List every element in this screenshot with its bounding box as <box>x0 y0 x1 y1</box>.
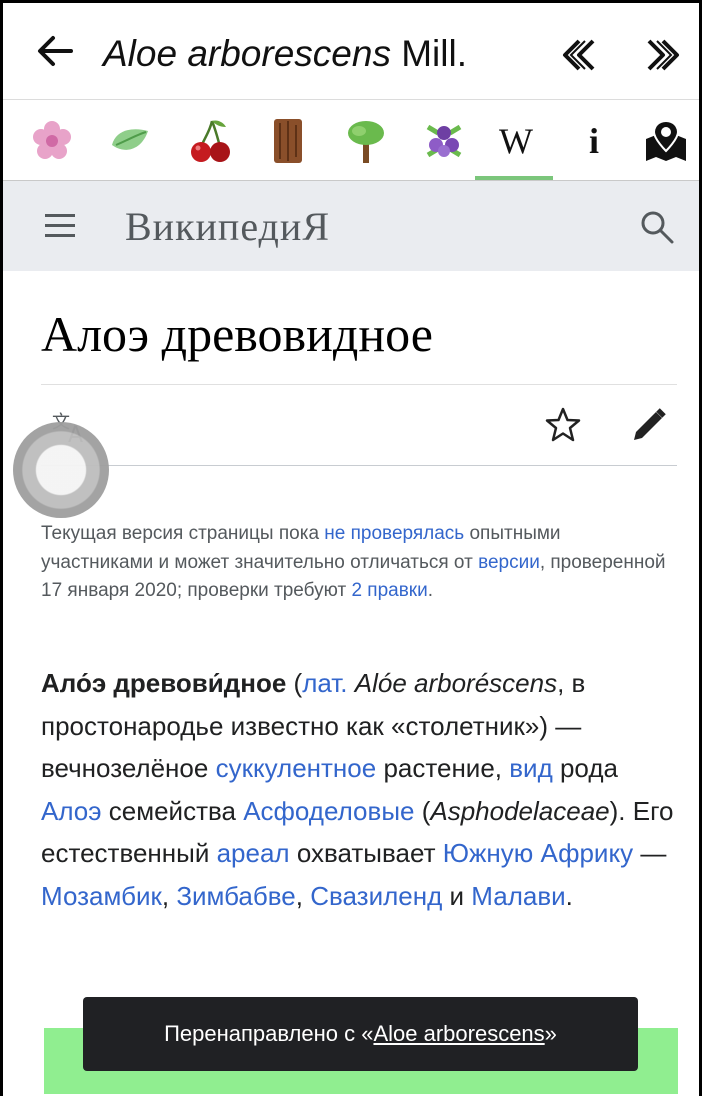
tab-tree[interactable] <box>339 114 393 168</box>
version-link[interactable]: версии <box>478 552 540 573</box>
info-icon: i <box>588 121 599 161</box>
double-chevron-left-icon[interactable] <box>559 37 601 73</box>
lead-paragraph: Ало́э древови́дное (лат. Alóe arboréscen… <box>41 662 681 917</box>
tab-map[interactable] <box>639 114 693 168</box>
double-chevron-right-icon[interactable] <box>641 37 683 73</box>
lead-text: , <box>161 880 177 911</box>
wikipedia-icon: W <box>499 121 533 161</box>
section-tab-strip: W i <box>3 100 699 182</box>
tab-bark[interactable] <box>261 114 315 168</box>
lead-text: , <box>295 880 311 911</box>
asphodelaceae-link[interactable]: Асфоделовые <box>243 796 414 826</box>
swaziland-link[interactable]: Свазиленд <box>310 881 442 911</box>
lead-text: и <box>442 880 472 911</box>
tree-icon <box>348 121 384 163</box>
lead-text: ( <box>414 795 431 826</box>
revision-notice: Текущая версия страницы пока не проверял… <box>41 520 677 606</box>
map-pin-icon <box>646 119 686 161</box>
star-icon[interactable] <box>544 406 582 444</box>
species-author: Mill. <box>401 33 467 74</box>
malawi-link[interactable]: Малави <box>471 881 565 911</box>
menu-icon[interactable] <box>45 214 75 238</box>
redirect-source-link[interactable]: Aloe arborescens <box>373 1021 544 1047</box>
toast-prefix: Перенаправлено с « <box>164 1021 374 1046</box>
search-icon[interactable] <box>639 209 675 245</box>
arrow-left-icon[interactable] <box>33 29 77 73</box>
bark-icon <box>274 119 302 163</box>
wikipedia-header: ВикипедиЯ <box>3 181 699 271</box>
zimbabwe-link[interactable]: Зимбабве <box>176 881 295 911</box>
flower-cluster-icon <box>426 124 462 158</box>
lead-text: рода <box>552 753 618 783</box>
aloe-genus-link[interactable]: Алоэ <box>41 796 102 826</box>
tab-info[interactable]: i <box>567 114 621 168</box>
title-divider <box>41 384 677 385</box>
mozambique-link[interactable]: Мозамбик <box>41 881 162 911</box>
leaf-icon <box>112 129 148 150</box>
south-africa-link[interactable]: Южную Африку <box>443 838 633 868</box>
succulent-link[interactable]: суккулентное <box>216 753 377 783</box>
lead-text: — <box>633 838 667 868</box>
species-link[interactable]: вид <box>509 753 553 783</box>
edit-pencil-icon[interactable] <box>630 406 668 444</box>
lead-text: ( <box>286 668 303 698</box>
edits-link[interactable]: 2 правки <box>351 580 427 601</box>
wikipedia-wordmark[interactable]: ВикипедиЯ <box>125 203 330 250</box>
not-reviewed-link[interactable]: не проверялась <box>324 523 464 544</box>
page-title: Алоэ древовидное <box>41 306 433 362</box>
latin-name: Alóe arboréscens <box>347 668 558 698</box>
lead-text: растение, <box>376 753 510 783</box>
lead-text: семейства <box>101 795 244 826</box>
touch-indicator <box>13 422 109 518</box>
article-subject-bold: Ало́э древови́дное <box>41 668 287 698</box>
tab-flower[interactable] <box>25 114 79 168</box>
flower-icon <box>33 121 71 159</box>
lead-text: . <box>565 880 573 911</box>
species-latin-name: Aloe arborescens <box>103 33 391 74</box>
redirect-toast: Перенаправлено с «Aloe arborescens» <box>83 997 638 1071</box>
active-tab-indicator <box>475 176 553 180</box>
lead-text: охватывает <box>289 838 443 868</box>
tab-fruit[interactable] <box>183 114 237 168</box>
range-link[interactable]: ареал <box>217 838 290 868</box>
latin-link[interactable]: лат. <box>302 668 347 698</box>
toast-suffix: » <box>544 1021 557 1046</box>
action-bar-divider <box>41 465 677 466</box>
notice-text: . <box>427 580 434 602</box>
tab-inflorescence[interactable] <box>417 114 471 168</box>
app-bar: Aloe arborescens Mill. <box>3 3 699 100</box>
species-title: Aloe arborescens Mill. <box>103 33 467 75</box>
tab-leaf[interactable] <box>103 114 157 168</box>
cherry-fruit-icon <box>191 120 230 162</box>
tab-wikipedia[interactable]: W <box>489 114 543 168</box>
notice-text: Текущая версия страницы пока <box>41 523 325 544</box>
family-latin-name: Asphodelaceae <box>430 795 610 826</box>
